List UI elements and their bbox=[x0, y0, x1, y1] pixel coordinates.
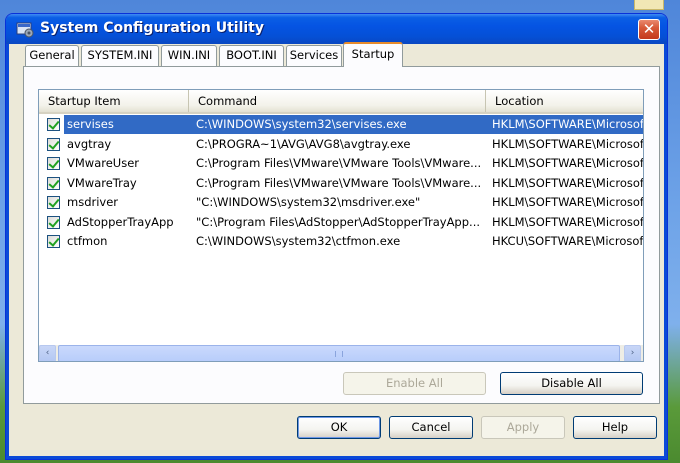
column-command[interactable]: Command bbox=[189, 90, 486, 112]
desktop-icon-fragment bbox=[634, 0, 664, 10]
horizontal-scrollbar[interactable]: ‹ › bbox=[39, 345, 643, 361]
startup-list[interactable]: Startup Item Command Location servises C… bbox=[38, 89, 644, 362]
startup-item-location: HKLM\SOFTWARE\Microsoft bbox=[485, 115, 643, 134]
startup-item-location: HKCU\SOFTWARE\Microsoft bbox=[492, 234, 644, 248]
list-item[interactable]: ctfmon C:\WINDOWS\system32\ctfmon.exe HK… bbox=[39, 232, 643, 252]
checkbox[interactable] bbox=[47, 215, 60, 229]
scroll-left-button[interactable]: ‹ bbox=[39, 345, 56, 361]
scrollbar-thumb[interactable] bbox=[58, 345, 620, 361]
startup-item-command: "C:\WINDOWS\system32\msdriver.exe" bbox=[196, 195, 421, 209]
list-item[interactable]: AdStopperTrayApp "C:\Program Files\AdSto… bbox=[39, 213, 643, 233]
checkbox[interactable] bbox=[47, 235, 60, 248]
list-item[interactable]: msdriver "C:\WINDOWS\system32\msdriver.e… bbox=[39, 193, 643, 213]
checkbox[interactable] bbox=[47, 176, 60, 190]
apply-button[interactable]: Apply bbox=[481, 416, 565, 439]
startup-item-command: C:\Program Files\VMware\VMware Tools\VMw… bbox=[196, 175, 482, 190]
tab-startup[interactable]: Startup bbox=[343, 42, 403, 67]
startup-item-location: HKLM\SOFTWARE\Microsoft bbox=[492, 136, 644, 151]
list-header: Startup Item Command Location bbox=[39, 90, 643, 114]
scroll-right-button[interactable]: › bbox=[624, 345, 641, 361]
startup-item-name: VMwareUser bbox=[67, 156, 140, 170]
startup-item-command: C:\WINDOWS\system32\ctfmon.exe bbox=[196, 234, 401, 248]
disable-all-button[interactable]: Disable All bbox=[500, 372, 643, 395]
close-icon: ✕ bbox=[642, 20, 656, 38]
tab-win-ini[interactable]: WIN.INI bbox=[161, 45, 217, 66]
close-button[interactable]: ✕ bbox=[638, 19, 660, 40]
column-startup-item[interactable]: Startup Item bbox=[39, 90, 189, 112]
list-rows: servises C:\WINDOWS\system32\servises.ex… bbox=[39, 115, 643, 252]
startup-item-name: ctfmon bbox=[67, 234, 108, 248]
help-button[interactable]: Help bbox=[573, 416, 657, 439]
startup-item-location: HKLM\SOFTWARE\Microsoft bbox=[492, 156, 644, 170]
startup-item-name: VMwareTray bbox=[67, 175, 137, 190]
startup-item-command: C:\WINDOWS\system32\servises.exe bbox=[194, 115, 485, 134]
startup-item-command: C:\Program Files\VMware\VMware Tools\VMw… bbox=[196, 156, 482, 170]
list-item[interactable]: servises C:\WINDOWS\system32\servises.ex… bbox=[39, 115, 643, 135]
startup-item-name: msdriver bbox=[67, 195, 119, 209]
ok-button[interactable]: OK bbox=[297, 416, 381, 439]
column-location[interactable]: Location bbox=[486, 90, 643, 112]
checkbox[interactable] bbox=[47, 137, 60, 151]
tab-system-ini[interactable]: SYSTEM.INI bbox=[81, 45, 159, 66]
startup-item-command: C:\PROGRA~1\AVG\AVG8\avgtray.exe bbox=[196, 136, 411, 151]
startup-item-name: servises bbox=[64, 115, 194, 134]
startup-item-command: "C:\Program Files\AdStopper\AdStopperTra… bbox=[196, 214, 481, 229]
startup-item-location: HKLM\SOFTWARE\Microsoft bbox=[492, 195, 644, 209]
list-item[interactable]: avgtray C:\PROGRA~1\AVG\AVG8\avgtray.exe… bbox=[39, 135, 643, 155]
startup-item-name: avgtray bbox=[67, 136, 112, 151]
startup-item-location: HKLM\SOFTWARE\Microsoft bbox=[492, 175, 644, 190]
window-title: System Configuration Utility bbox=[40, 20, 264, 36]
tab-general[interactable]: General bbox=[25, 45, 79, 66]
grip-icon bbox=[335, 351, 343, 357]
list-item[interactable]: VMwareUser C:\Program Files\VMware\VMwar… bbox=[39, 154, 643, 174]
chevron-right-icon: › bbox=[630, 348, 635, 358]
checkbox[interactable] bbox=[47, 118, 60, 131]
title-bar[interactable]: System Configuration Utility ✕ bbox=[6, 14, 667, 44]
system-config-icon bbox=[16, 22, 34, 38]
startup-item-location: HKLM\SOFTWARE\Microsoft bbox=[492, 214, 644, 229]
tab-boot-ini[interactable]: BOOT.INI bbox=[219, 45, 284, 66]
chevron-left-icon: ‹ bbox=[45, 348, 50, 358]
tab-services[interactable]: Services bbox=[286, 45, 342, 66]
checkbox[interactable] bbox=[47, 157, 60, 170]
enable-all-button[interactable]: Enable All bbox=[343, 372, 486, 395]
cancel-button[interactable]: Cancel bbox=[389, 416, 473, 439]
checkbox[interactable] bbox=[47, 196, 60, 209]
list-item[interactable]: VMwareTray C:\Program Files\VMware\VMwar… bbox=[39, 174, 643, 194]
startup-item-name: AdStopperTrayApp bbox=[67, 214, 174, 229]
